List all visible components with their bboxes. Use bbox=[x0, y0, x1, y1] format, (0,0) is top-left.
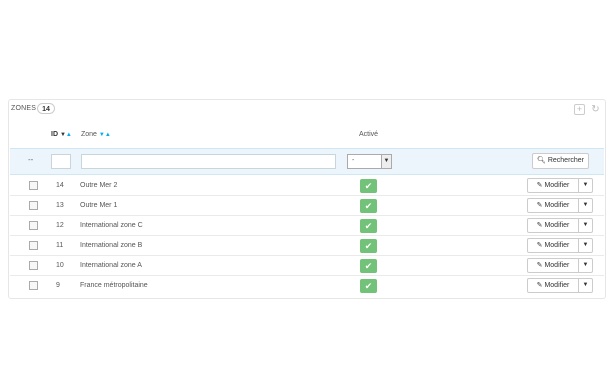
row-zone-name: Outre Mer 2 bbox=[80, 182, 118, 189]
caret-down-icon: ▼ bbox=[582, 222, 589, 228]
active-check-icon[interactable]: ✔ bbox=[360, 219, 377, 233]
row-checkbox[interactable] bbox=[29, 261, 38, 270]
edit-button[interactable]: ✎ Modifier bbox=[527, 238, 579, 253]
row-zone-name: International zone B bbox=[80, 242, 143, 249]
row-id: 12 bbox=[56, 222, 64, 229]
row-id: 14 bbox=[56, 182, 64, 189]
caret-down-icon: ▼ bbox=[582, 242, 589, 248]
row-id: 13 bbox=[56, 202, 64, 209]
pencil-icon: ✎ bbox=[536, 242, 543, 249]
row-actions-dropdown[interactable]: ▼ bbox=[578, 258, 593, 273]
panel-title: ZONES bbox=[11, 105, 37, 112]
row-actions-dropdown[interactable]: ▼ bbox=[578, 218, 593, 233]
table-row: 11 International zone B ✔ ✎ Modifier ▼ bbox=[10, 236, 604, 256]
row-actions-dropdown[interactable]: ▼ bbox=[578, 278, 593, 293]
active-check-icon[interactable]: ✔ bbox=[360, 179, 377, 193]
search-icon: 🔍︎ bbox=[536, 157, 546, 164]
edit-button[interactable]: ✎ Modifier bbox=[527, 258, 579, 273]
filter-row: -- - ▼ 🔍︎ Rechercher bbox=[10, 148, 604, 175]
sort-asc-icon[interactable]: ▲ bbox=[105, 132, 111, 138]
row-checkbox[interactable] bbox=[29, 201, 38, 210]
pencil-icon: ✎ bbox=[536, 282, 543, 289]
edit-label: Modifier bbox=[544, 262, 570, 269]
row-zone-name: France métropolitaine bbox=[80, 282, 148, 289]
row-checkbox[interactable] bbox=[29, 241, 38, 250]
row-actions-dropdown[interactable]: ▼ bbox=[578, 198, 593, 213]
column-header-active: Activé bbox=[359, 131, 379, 138]
table-row: 12 International zone C ✔ ✎ Modifier ▼ bbox=[10, 216, 604, 236]
caret-down-icon: ▼ bbox=[582, 182, 589, 188]
row-id: 10 bbox=[56, 262, 64, 269]
active-check-icon[interactable]: ✔ bbox=[360, 199, 377, 213]
row-id: 9 bbox=[56, 282, 60, 289]
pencil-icon: ✎ bbox=[536, 262, 543, 269]
active-check-icon[interactable]: ✔ bbox=[360, 259, 377, 273]
edit-button[interactable]: ✎ Modifier bbox=[527, 198, 579, 213]
chevron-down-icon: ▼ bbox=[381, 155, 391, 168]
edit-button[interactable]: ✎ Modifier bbox=[527, 178, 579, 193]
pencil-icon: ✎ bbox=[536, 182, 543, 189]
filter-active-value: - bbox=[352, 157, 355, 164]
sort-asc-icon[interactable]: ▲ bbox=[66, 132, 72, 138]
table-row: 10 International zone A ✔ ✎ Modifier ▼ bbox=[10, 256, 604, 276]
pencil-icon: ✎ bbox=[536, 222, 543, 229]
row-zone-name: International zone C bbox=[80, 222, 143, 229]
row-checkbox[interactable] bbox=[29, 281, 38, 290]
active-check-icon[interactable]: ✔ bbox=[360, 279, 377, 293]
search-button-label: Rechercher bbox=[547, 157, 585, 164]
filter-active-select[interactable]: - ▼ bbox=[347, 154, 392, 169]
filter-id-input[interactable] bbox=[51, 154, 71, 169]
refresh-icon[interactable]: ↻ bbox=[590, 104, 601, 115]
row-zone-name: International zone A bbox=[80, 262, 142, 269]
column-id-label: ID bbox=[51, 131, 58, 138]
row-actions-dropdown[interactable]: ▼ bbox=[578, 238, 593, 253]
row-actions-dropdown[interactable]: ▼ bbox=[578, 178, 593, 193]
table-row: 14 Outre Mer 2 ✔ ✎ Modifier ▼ bbox=[10, 176, 604, 196]
edit-button[interactable]: ✎ Modifier bbox=[527, 218, 579, 233]
search-button[interactable]: 🔍︎ Rechercher bbox=[532, 153, 589, 169]
caret-down-icon: ▼ bbox=[582, 282, 589, 288]
count-badge: 14 bbox=[37, 103, 55, 114]
active-check-icon[interactable]: ✔ bbox=[360, 239, 377, 253]
filter-zone-input[interactable] bbox=[81, 154, 336, 169]
caret-down-icon: ▼ bbox=[582, 262, 589, 268]
zones-panel: ZONES 14 + ↻ ID ▼▲ Zone ▼▲ Activé -- - ▼… bbox=[8, 99, 606, 299]
add-new-icon[interactable]: + bbox=[574, 104, 585, 115]
edit-label: Modifier bbox=[544, 242, 570, 249]
row-checkbox[interactable] bbox=[29, 221, 38, 230]
edit-label: Modifier bbox=[544, 202, 570, 209]
row-zone-name: Outre Mer 1 bbox=[80, 202, 118, 209]
bulk-placeholder: -- bbox=[28, 155, 34, 164]
column-header-zone: Zone ▼▲ bbox=[81, 131, 111, 138]
table-row: 9 France métropolitaine ✔ ✎ Modifier ▼ bbox=[10, 276, 604, 296]
pencil-icon: ✎ bbox=[536, 202, 543, 209]
column-header-id: ID ▼▲ bbox=[51, 131, 72, 138]
edit-label: Modifier bbox=[544, 182, 570, 189]
edit-button[interactable]: ✎ Modifier bbox=[527, 278, 579, 293]
caret-down-icon: ▼ bbox=[582, 202, 589, 208]
row-checkbox[interactable] bbox=[29, 181, 38, 190]
panel-heading: ZONES 14 + ↻ bbox=[9, 100, 605, 119]
edit-label: Modifier bbox=[544, 282, 570, 289]
column-zone-label: Zone bbox=[81, 131, 97, 138]
table-row: 13 Outre Mer 1 ✔ ✎ Modifier ▼ bbox=[10, 196, 604, 216]
row-id: 11 bbox=[56, 242, 64, 249]
edit-label: Modifier bbox=[544, 222, 570, 229]
